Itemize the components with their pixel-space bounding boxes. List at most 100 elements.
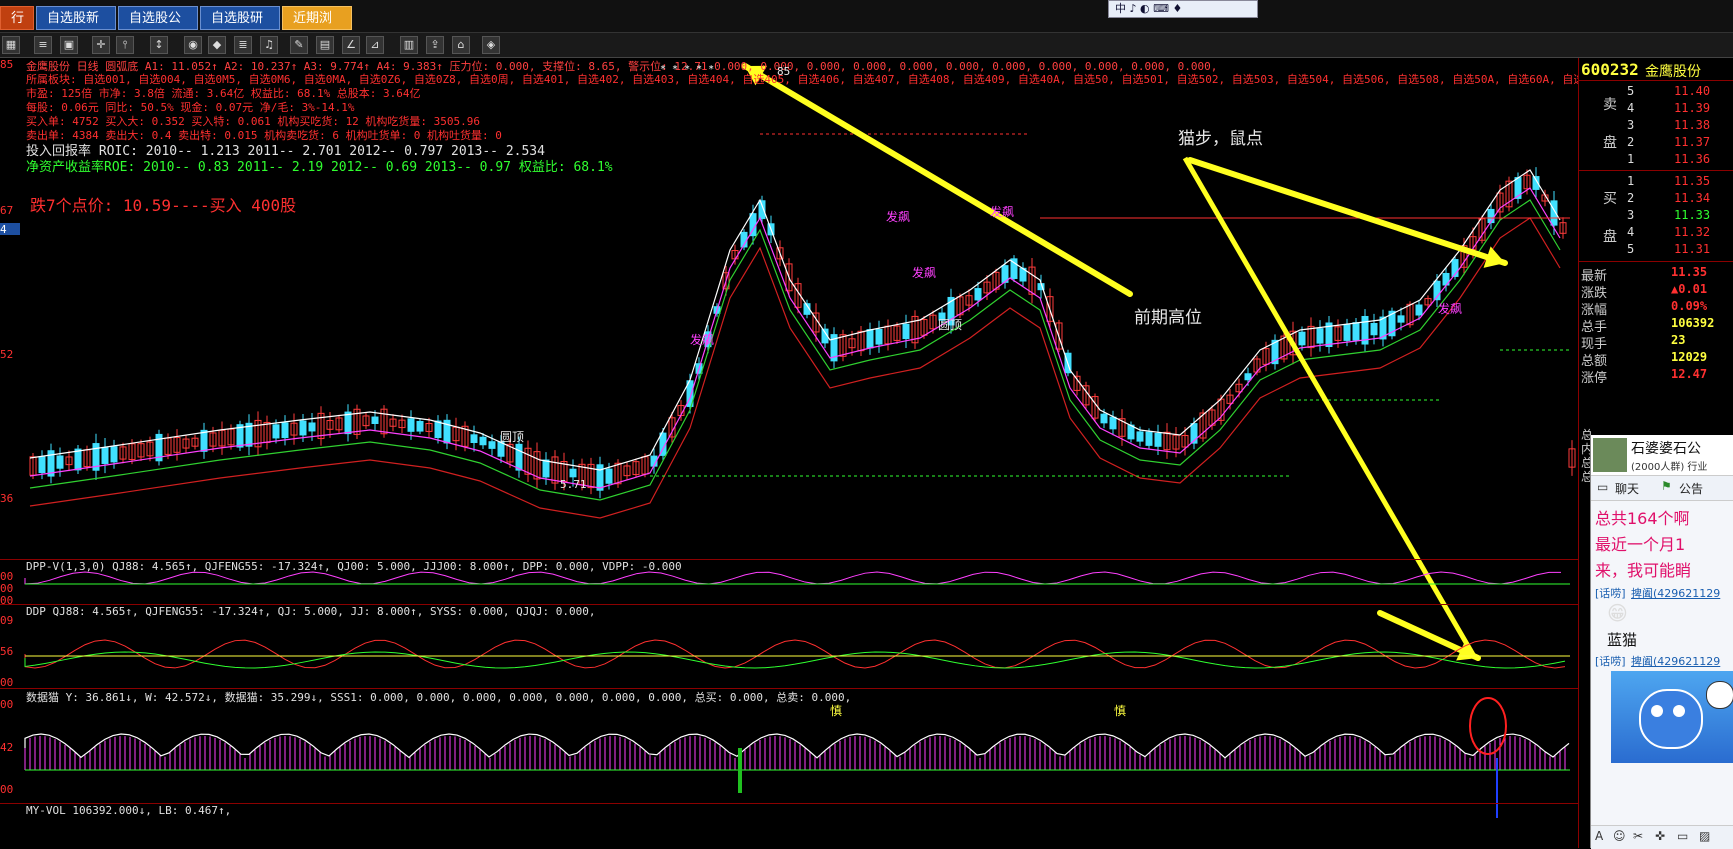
candle (866, 329, 874, 349)
bell-icon[interactable]: ♫ (260, 36, 278, 54)
candle (1370, 322, 1378, 336)
candle (569, 468, 577, 478)
lines-icon[interactable]: ≣ (234, 36, 252, 54)
candle (1136, 431, 1144, 442)
sell-price[interactable]: 11.36 (1674, 152, 1710, 166)
group-avatar (1593, 438, 1627, 472)
tab-watchlist-announcements[interactable]: 自选股公告 (118, 6, 198, 50)
bars-icon[interactable]: ≡ (34, 36, 52, 54)
chat-bubble-icon: ▭ (1597, 480, 1609, 494)
candle (110, 446, 118, 463)
sell-price[interactable]: 11.40 (1674, 84, 1710, 98)
stock-name: 金鹰股份 (1645, 64, 1701, 80)
shujumao-indicator-label: 数据猫 Y: 36.861↓, W: 42.572↓, 数据猫: 35.299↓… (26, 691, 852, 704)
candle (1343, 324, 1351, 341)
ddp-indicator-label: DDP QJ88: 4.565↑, QJFENG55: -17.324↑, QJ… (26, 605, 596, 618)
highlight-circle (1469, 697, 1507, 755)
diamond-icon[interactable]: ◆ (208, 36, 226, 54)
tab-watchlist-research[interactable]: 自选股研报 (200, 6, 280, 50)
buy-level: 1 (1627, 174, 1635, 188)
export-icon[interactable]: ⇪ (426, 36, 444, 54)
stat-value: ▲0.01 (1671, 282, 1708, 296)
sub3-axis: 00 (0, 698, 14, 711)
sub2-axis: 09 (0, 614, 14, 627)
sell-level: 5 (1627, 84, 1635, 98)
emoji-icon: 😁 (1607, 601, 1628, 625)
candle (416, 420, 424, 432)
buy-level: 3 (1627, 208, 1635, 222)
sell-price[interactable]: 11.39 (1674, 101, 1710, 115)
candle (308, 422, 316, 432)
arrow-icon[interactable]: ↕ (150, 36, 168, 54)
buy-price[interactable]: 11.33 (1674, 208, 1710, 222)
draw-icon[interactable]: ✎ (290, 36, 308, 54)
eye-icon[interactable]: ◉ (184, 36, 202, 54)
tab-bar: 行情 自选股新闻 自选股公告 自选股研报 近期浏览 (0, 0, 1733, 50)
roe-row: 净资产收益率ROE: 2010-- 0.83 2011-- 2.19 2012-… (26, 160, 613, 175)
buy-side-label: 买 (1603, 191, 1617, 207)
window-icon[interactable]: ▣ (60, 36, 78, 54)
picture-icon[interactable]: ▨ (1699, 829, 1710, 843)
grid-icon[interactable]: ▦ (2, 36, 20, 54)
sub2-axis: 56 (0, 645, 14, 658)
buy-price[interactable]: 11.31 (1674, 242, 1710, 256)
candle (1298, 331, 1306, 346)
tab-chat[interactable]: 聊天 (1615, 480, 1639, 497)
smile-icon[interactable]: ☺ (1613, 829, 1626, 843)
sell-price[interactable]: 11.38 (1674, 118, 1710, 132)
sell-level: 2 (1627, 135, 1635, 149)
candle (281, 422, 289, 439)
kline-chart[interactable]: 金鹰股份 日线 圆弧底 A1: 11.052↑ A2: 10.237↑ A3: … (0, 58, 1733, 848)
font-icon[interactable]: A (1595, 829, 1603, 843)
chart-canvas[interactable] (0, 58, 1578, 848)
user-link[interactable]: 捭阖(429621129 (1631, 585, 1720, 601)
user-link[interactable]: 捭阖(429621129 (1631, 653, 1720, 669)
candle (488, 441, 496, 449)
candle-icon[interactable]: ⫯ (116, 36, 134, 54)
dppv-indicator-label: DPP-V(1,3,0) QJ88: 4.565↑, QJFENG55: -17… (26, 560, 682, 573)
candle (434, 420, 442, 439)
angle2-icon[interactable]: ⊿ (366, 36, 384, 54)
tab-market[interactable]: 行情 (0, 6, 34, 50)
compass-icon[interactable]: ◈ (482, 36, 500, 54)
candle (200, 429, 208, 452)
dpp-line (24, 571, 1562, 585)
angle-icon[interactable]: ∠ (342, 36, 360, 54)
vol-indicator-label: MY-VOL 106392.000↓, LB: 0.467↑, (26, 804, 232, 817)
buy-level: 5 (1627, 242, 1635, 256)
chat-toolbar: A ☺ ✂ ✜ ▭ ▨ (1591, 825, 1733, 849)
tab-watchlist-news[interactable]: 自选股新闻 (36, 6, 116, 50)
buy-price[interactable]: 11.32 (1674, 225, 1710, 239)
candle (1415, 304, 1423, 316)
price-axis-marker: 4 (0, 223, 20, 236)
fabiao-label-1: 发飙 (886, 210, 911, 224)
candle (371, 416, 379, 424)
tab-recent[interactable]: 近期浏览 (282, 6, 352, 50)
sell-price[interactable]: 11.37 (1674, 135, 1710, 149)
chat-message: 最近一个月1 (1595, 535, 1686, 554)
flag-icon: ⚑ (1661, 479, 1672, 493)
stat-value: 12029 (1671, 350, 1708, 364)
chart-icon[interactable]: ⌂ (452, 36, 470, 54)
crosshair-icon[interactable]: ✛ (92, 36, 110, 54)
monitor-icon[interactable]: ▭ (1677, 829, 1688, 843)
sub1-axis: 00 (0, 594, 14, 607)
stat-value: 11.35 (1671, 265, 1708, 279)
blue-cat-sticker (1611, 671, 1733, 763)
scissors-icon[interactable]: ✂ (1633, 829, 1643, 843)
buy-price[interactable]: 11.35 (1674, 174, 1710, 188)
buy-price[interactable]: 11.34 (1674, 191, 1710, 205)
image-icon[interactable]: ▤ (316, 36, 334, 54)
ime-floatbar[interactable]: 中 ♪ ◐ ⌨ ♦ (1108, 0, 1258, 18)
toolbar: ▦ ≡ ▣ ✛ ⫯ ↕ ◉ ◆ ≣ ♫ ✎ ▤ ∠ ⊿ ▥ ⇪ ⌂ ◈ (0, 33, 1733, 58)
candle (1154, 432, 1162, 447)
table-icon[interactable]: ▥ (400, 36, 418, 54)
candle (596, 464, 604, 491)
candle (974, 288, 982, 301)
tab-notice[interactable]: 公告 (1679, 480, 1703, 497)
user-tag: [话唠] (1595, 655, 1626, 668)
chat-window[interactable]: 石婆婆石公 (2000人群) 行业 ▭ 聊天 ⚑ 公告 总共164个啊 最近一个… (1590, 435, 1733, 849)
sell-level: 1 (1627, 152, 1635, 166)
stat-value: 12.47 (1671, 367, 1708, 381)
tool-icon[interactable]: ✜ (1655, 829, 1665, 843)
